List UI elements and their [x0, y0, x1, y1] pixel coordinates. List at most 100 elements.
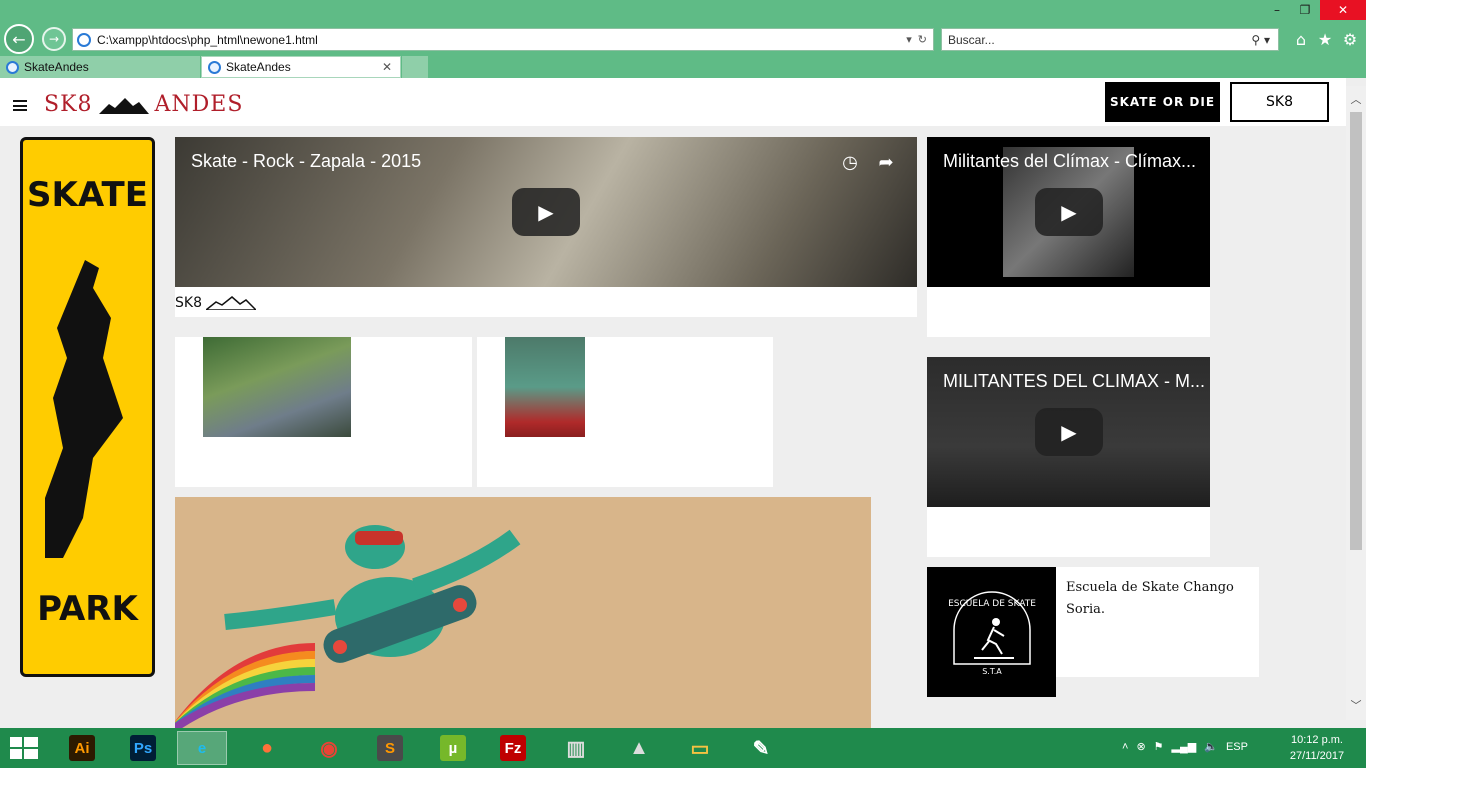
skate-photo-1[interactable] [203, 337, 351, 437]
monster-illustration-icon [175, 525, 521, 728]
video-embed-2[interactable]: Militantes del Clímax - Clímax... ▶ [927, 137, 1210, 287]
folder-icon: ▭ [690, 737, 710, 760]
filezilla-icon: Fz [500, 735, 526, 761]
sign-word-bottom: PARK [37, 589, 138, 629]
taskbar-illustrator-button[interactable]: Ai [57, 731, 107, 765]
menu-hamburger-icon[interactable] [13, 100, 27, 111]
browser-window: – ❐ ✕ ← → C:\xampp\htdocs\php_html\newon… [0, 0, 1366, 768]
address-bar[interactable]: C:\xampp\htdocs\php_html\newone1.html ▾ … [72, 28, 934, 51]
new-tab-button[interactable] [402, 56, 428, 78]
video-embed-3[interactable]: MILITANTES DEL CLIMAX - M... ▶ [927, 357, 1210, 507]
tab-strip: SkateAndes SkateAndes ✕ [0, 56, 1366, 78]
tab-skateandes-2[interactable]: SkateAndes ✕ [201, 56, 401, 78]
photoshop-icon: Ps [130, 735, 156, 761]
taskbar-sublime-button[interactable]: S [365, 731, 415, 765]
utorrent-icon: µ [440, 735, 466, 761]
tab-skateandes-1[interactable]: SkateAndes [0, 56, 200, 78]
illustrator-icon: Ai [69, 735, 95, 761]
network-alert-icon[interactable]: ⊗ [1136, 740, 1145, 753]
search-box[interactable]: Buscar... ⚲ ▾ [941, 28, 1279, 51]
video-title: Militantes del Clímax - Clímax... [943, 151, 1197, 171]
page-scrollbar[interactable]: ︿ ﹀ [1346, 86, 1366, 720]
firefox-icon: ● [260, 736, 274, 759]
share-arrow-icon[interactable]: ➦ [875, 151, 897, 173]
back-arrow-icon: ← [12, 29, 26, 49]
school-logo: ESCUELA DE SKATE S.T.A [927, 567, 1056, 697]
system-tray: ˄ ⊗ ⚑ ▂▄▆ 🔈 ESP [1122, 740, 1248, 754]
server-icon: ▥ [566, 737, 586, 760]
taskbar-filezilla-button[interactable]: Fz [488, 731, 538, 765]
tab-close-icon[interactable]: ✕ [382, 60, 392, 74]
browser-chrome: – ❐ ✕ ← → C:\xampp\htdocs\php_html\newon… [0, 0, 1366, 78]
taskbar-photoshop-button[interactable]: Ps [118, 731, 168, 765]
taskbar-internet-explorer-button[interactable]: e [177, 731, 227, 765]
refresh-icon[interactable]: ↻ [918, 33, 927, 46]
caption-text: SK8 [175, 295, 202, 311]
address-url: C:\xampp\htdocs\php_html\newone1.html [97, 32, 318, 47]
mountain-logo-icon [205, 296, 256, 310]
language-indicator[interactable]: ESP [1226, 741, 1248, 753]
scroll-up-icon[interactable]: ︿ [1349, 92, 1363, 106]
tray-expand-icon[interactable]: ˄ [1122, 741, 1128, 753]
ie-tab-icon [6, 60, 19, 74]
taskbar-server-button[interactable]: ▥ [551, 731, 601, 765]
taskbar-chrome-button[interactable]: ◉ [304, 731, 354, 765]
site-brand[interactable]: SK8 ANDES [44, 92, 243, 117]
close-button[interactable]: ✕ [1320, 0, 1366, 20]
forward-arrow-icon: → [48, 32, 60, 46]
taskbar-folder-button[interactable]: ▭ [675, 731, 725, 765]
video-title: Skate - Rock - Zapala - 2015 [191, 151, 422, 171]
tab-label: SkateAndes [226, 60, 291, 74]
scroll-thumb[interactable] [1350, 112, 1362, 550]
back-button[interactable]: ← [4, 24, 34, 54]
skate-or-die-button[interactable]: SKATE OR DIE [1105, 82, 1220, 122]
school-logo-top-text: ESCUELA DE SKATE [948, 599, 1036, 609]
minimize-button[interactable]: – [1262, 0, 1292, 20]
taskbar-bell-button[interactable]: ▲ [614, 731, 664, 765]
flag-icon[interactable]: ⚑ [1154, 740, 1164, 753]
skate-photo-2[interactable] [505, 337, 585, 437]
tab-label: SkateAndes [24, 60, 89, 74]
restore-button[interactable]: ❐ [1290, 0, 1320, 20]
video-title: MILITANTES DEL CLIMAX - M... [943, 371, 1206, 391]
clock-date: 27/11/2017 [1289, 750, 1345, 762]
play-button-icon[interactable]: ▶ [512, 188, 580, 236]
volume-icon[interactable]: 🔈 [1204, 740, 1218, 753]
ie-tab-icon [208, 60, 221, 74]
video-caption: SK8 [175, 287, 917, 317]
paint-icon: ✎ [752, 737, 770, 760]
settings-gear-icon[interactable]: ⚙ [1341, 30, 1359, 49]
sk8-button[interactable]: SK8 [1230, 82, 1329, 122]
monster-skateboard-poster [175, 497, 871, 728]
ie-page-icon [77, 32, 91, 47]
taskbar-clock[interactable]: 10:12 p.m. 27/11/2017 [1282, 732, 1352, 764]
signal-icon[interactable]: ▂▄▆ [1172, 740, 1197, 753]
taskbar-firefox-button[interactable]: ● [242, 731, 292, 765]
search-icon[interactable]: ⚲ ▾ [1251, 33, 1270, 47]
video-embed-1[interactable]: Skate - Rock - Zapala - 2015 ◷ ➦ ▶ [175, 137, 917, 287]
sublime-icon: S [377, 735, 403, 761]
brand-right: ANDES [154, 92, 244, 117]
taskbar-utorrent-button[interactable]: µ [428, 731, 478, 765]
favorites-star-icon[interactable]: ★ [1316, 30, 1334, 49]
skate-school-card[interactable]: ESCUELA DE SKATE S.T.A Escuela de Skate … [927, 567, 1259, 697]
home-icon[interactable]: ⌂ [1292, 30, 1310, 49]
address-dropdown-icon[interactable]: ▾ [906, 33, 912, 46]
play-button-icon[interactable]: ▶ [1035, 408, 1103, 456]
scroll-down-icon[interactable]: ﹀ [1349, 698, 1363, 712]
video-footer [927, 507, 1210, 557]
brand-left: SK8 [44, 92, 93, 117]
video-footer [927, 287, 1210, 337]
clock-time: 10:12 p.m. [1291, 734, 1343, 746]
forward-button[interactable]: → [42, 27, 66, 51]
taskbar-paint-button[interactable]: ✎ [736, 731, 786, 765]
school-description: Escuela de Skate Chango Soria. [1066, 580, 1234, 617]
sign-word-top: SKATE [27, 175, 148, 215]
play-button-icon[interactable]: ▶ [1035, 188, 1103, 236]
school-logo-bottom-text: S.T.A [982, 667, 1002, 676]
windows-taskbar: Ai Ps e ● ◉ Sµ Fz ▥ ▲ ▭ ✎ ˄ ⊗ ⚑ ▂▄▆ 🔈 ESP 10:12 p.… [0, 728, 1366, 768]
watch-later-clock-icon[interactable]: ◷ [839, 151, 861, 173]
internet-explorer-icon: e [197, 739, 207, 757]
skate-park-sign-image: SKATE PARK [20, 137, 155, 677]
windows-start-icon[interactable] [10, 737, 38, 759]
